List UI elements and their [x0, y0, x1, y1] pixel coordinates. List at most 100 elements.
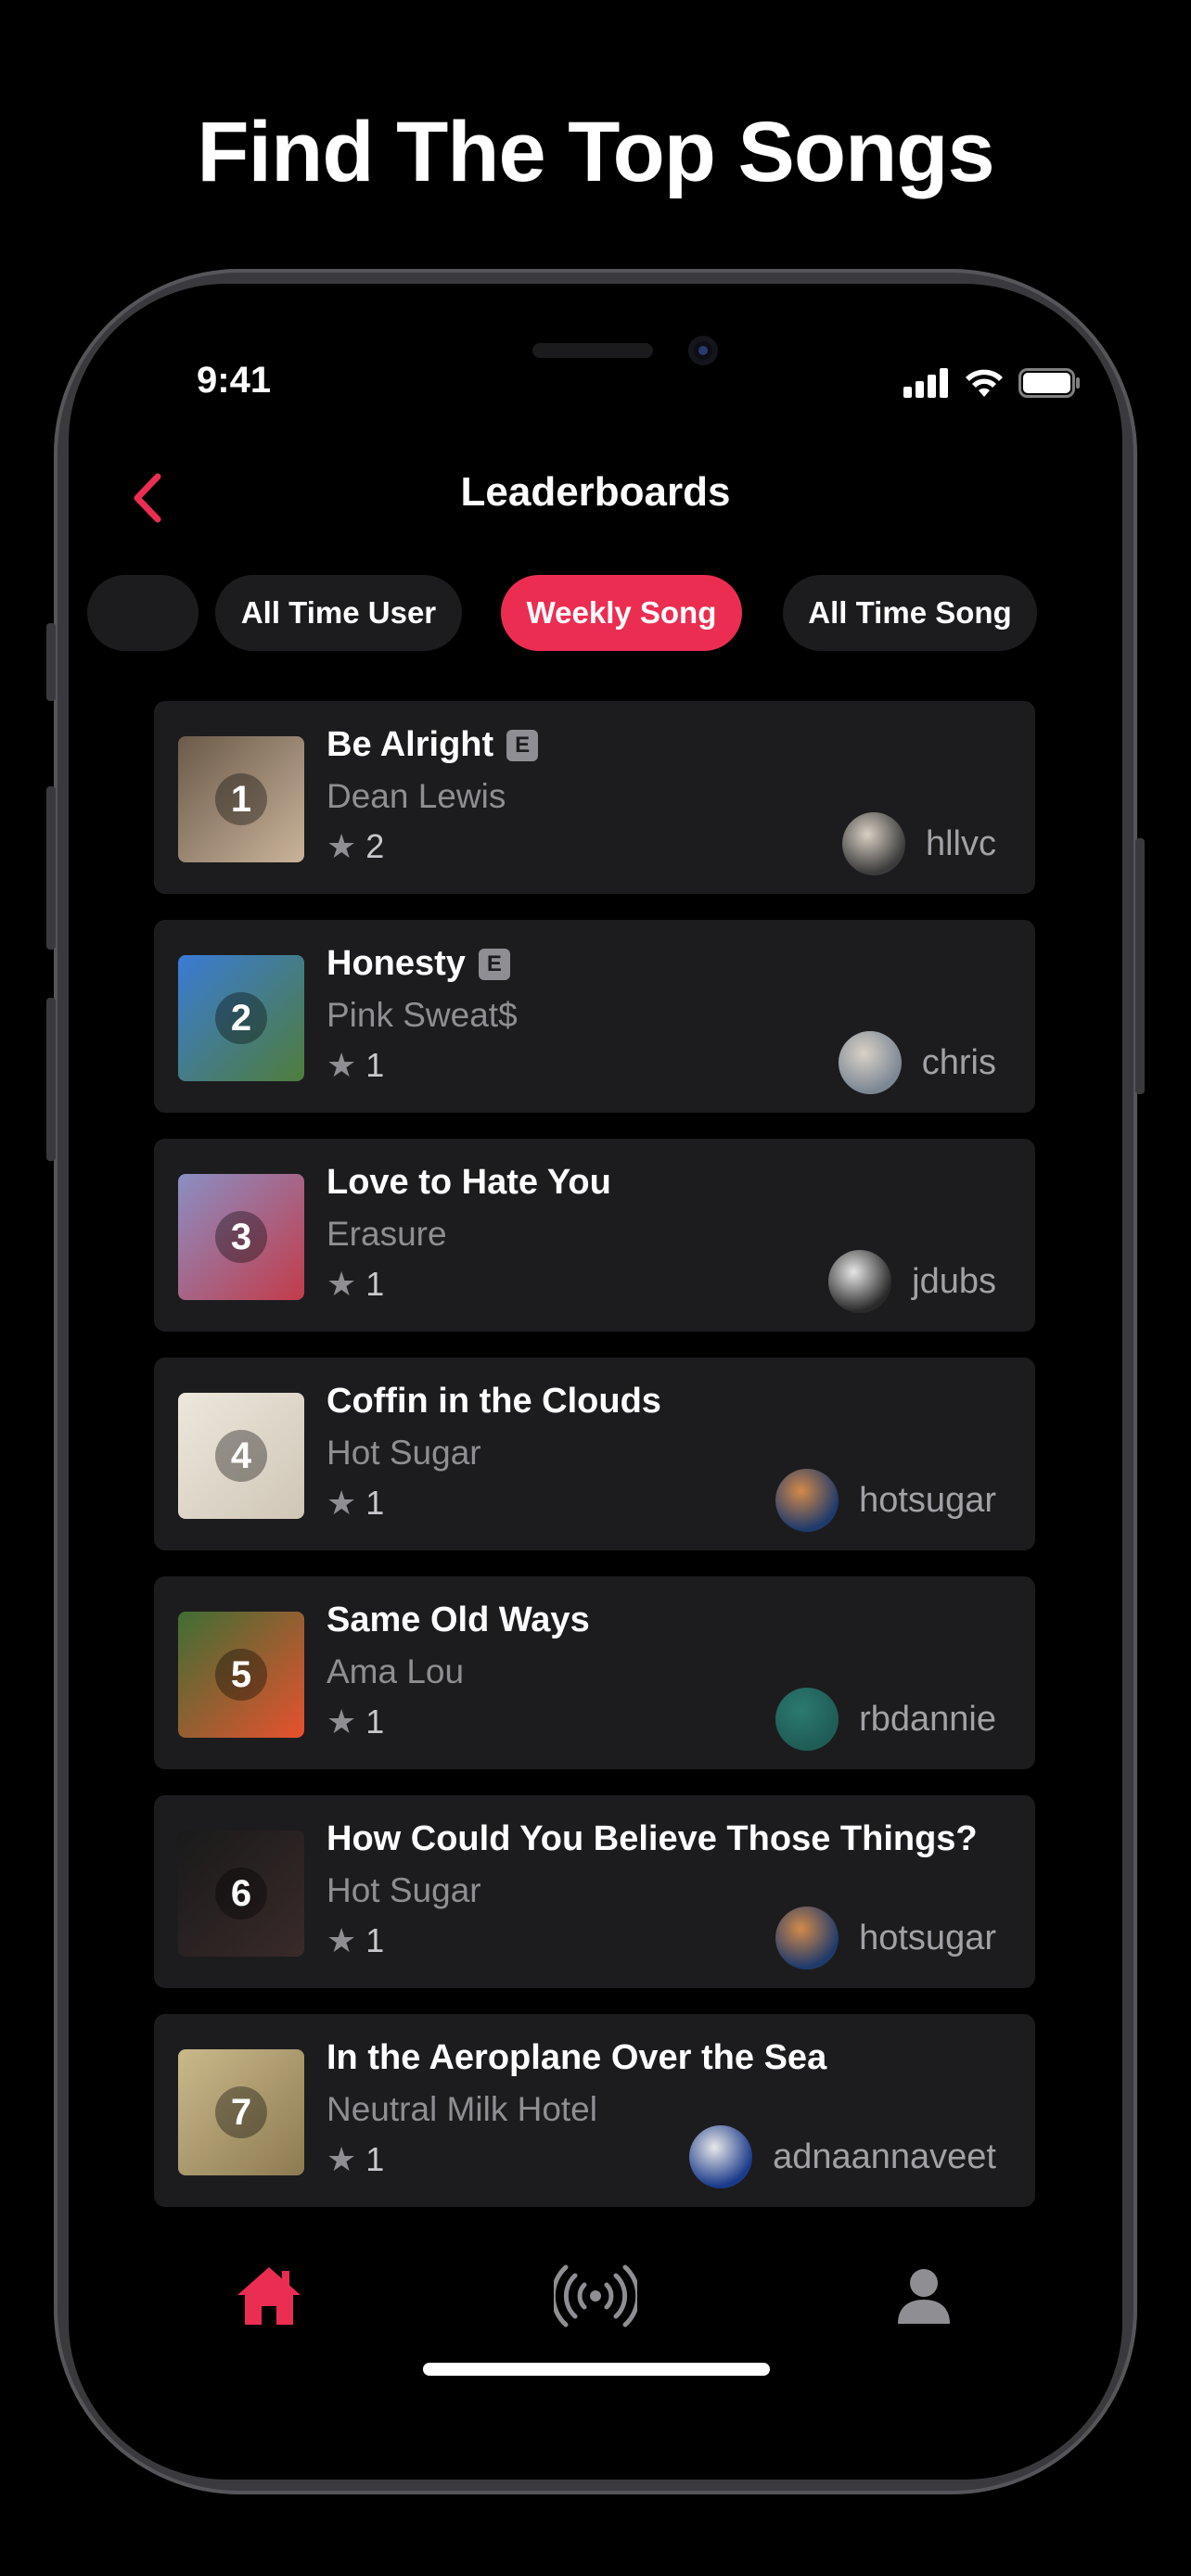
rank-badge: 7 [215, 2086, 267, 2138]
star-count-value: 2 [365, 827, 385, 865]
status-icons [903, 367, 1082, 399]
username: rbdannie [859, 1699, 996, 1739]
song-artist: Neutral Milk Hotel [327, 2090, 597, 2128]
rank-badge: 5 [215, 1649, 267, 1701]
star-icon: ★ [327, 1921, 357, 1959]
song-card[interactable]: 3 Love to Hate You Erasure ★ 1 jdubs [154, 1139, 1035, 1332]
song-card[interactable]: 7 In the Aeroplane Over the Sea Neutral … [154, 2014, 1035, 2207]
star-count: ★ 1 [327, 1484, 384, 1523]
star-count: ★ 1 [327, 1265, 384, 1304]
silent-switch [46, 623, 56, 701]
song-artist: Pink Sweat$ [327, 996, 518, 1034]
home-icon [237, 2267, 301, 2325]
rank-badge: 4 [215, 1430, 267, 1482]
page-title: Leaderboards [460, 469, 731, 515]
rank-badge: 6 [215, 1868, 267, 1919]
cellular-signal-icon [903, 368, 948, 398]
volume-up-button [46, 786, 56, 950]
broadcast-icon [554, 2264, 637, 2327]
song-card[interactable]: 4 Coffin in the Clouds Hot Sugar ★ 1 hot… [154, 1358, 1035, 1550]
star-count-value: 1 [365, 1265, 385, 1303]
avatar [775, 1688, 839, 1751]
song-title-row: In the Aeroplane Over the Sea [327, 2038, 826, 2078]
tab-home[interactable] [213, 2240, 325, 2352]
star-icon: ★ [327, 827, 357, 865]
song-title: How Could You Believe Those Things? [327, 1819, 978, 1858]
star-icon: ★ [327, 1046, 357, 1084]
song-title: Honesty [327, 944, 466, 983]
tab-bar [69, 2240, 1122, 2352]
song-title: In the Aeroplane Over the Sea [327, 2038, 827, 2077]
song-card[interactable]: 1 Be Alright E Dean Lewis ★ 2 hllvc [154, 701, 1035, 894]
submitter[interactable]: rbdannie [775, 1688, 996, 1751]
volume-down-button [46, 998, 56, 1161]
tab-all-time-song[interactable]: All Time Song [783, 575, 1037, 651]
album-art: 4 [178, 1393, 304, 1519]
tab-weekly-song[interactable]: Weekly Song [501, 575, 742, 651]
submitter[interactable]: hllvc [841, 812, 996, 875]
avatar [775, 1906, 839, 1970]
avatar [841, 812, 905, 875]
song-title: Same Old Ways [327, 1600, 590, 1639]
power-button [1135, 838, 1145, 1094]
username: jdubs [912, 1261, 996, 1301]
person-icon [898, 2269, 950, 2324]
song-artist: Hot Sugar [327, 1434, 481, 1472]
song-card[interactable]: 2 Honesty E Pink Sweat$ ★ 1 chris [154, 920, 1035, 1113]
username: hotsugar [859, 1480, 996, 1520]
username: chris [921, 1042, 996, 1082]
status-time: 9:41 [197, 360, 272, 401]
song-artist: Dean Lewis [327, 777, 506, 815]
avatar [828, 1250, 892, 1313]
song-artist: Hot Sugar [327, 1871, 481, 1909]
song-card[interactable]: 6 How Could You Believe Those Things? Ho… [154, 1795, 1035, 1988]
star-count-value: 1 [365, 1484, 385, 1522]
album-art: 5 [178, 1612, 304, 1738]
song-title: Coffin in the Clouds [327, 1382, 661, 1421]
explicit-badge: E [478, 948, 510, 980]
album-art: 6 [178, 1830, 304, 1957]
song-title-row: Love to Hate You [327, 1163, 611, 1203]
explicit-badge: E [506, 729, 539, 761]
song-title: Be Alright [327, 725, 494, 764]
submitter[interactable]: chris [838, 1031, 996, 1094]
song-title-row: Same Old Ways [327, 1600, 590, 1640]
submitter[interactable]: hotsugar [775, 1469, 996, 1532]
submitter[interactable]: adnaannaveet [689, 2125, 996, 2188]
song-artist: Erasure [327, 1215, 447, 1253]
album-art: 1 [178, 736, 304, 862]
wifi-icon [966, 369, 1003, 397]
rank-badge: 2 [215, 992, 267, 1044]
avatar [775, 1469, 839, 1532]
tab-partial-offscreen[interactable] [87, 575, 198, 651]
battery-icon [1018, 368, 1080, 398]
song-title-row: Honesty E [327, 944, 510, 984]
rank-badge: 1 [215, 773, 267, 825]
star-count-value: 1 [365, 1702, 385, 1741]
avatar [689, 2125, 753, 2188]
username: hllvc [925, 823, 996, 863]
song-title-row: Coffin in the Clouds [327, 1382, 661, 1422]
star-count-value: 1 [365, 1046, 385, 1084]
song-title-row: Be Alright E [327, 725, 539, 765]
song-title-row: How Could You Believe Those Things? [327, 1819, 978, 1859]
username: hotsugar [859, 1918, 996, 1958]
song-card[interactable]: 5 Same Old Ways Ama Lou ★ 1 rbdannie [154, 1576, 1035, 1769]
tab-all-time-user[interactable]: All Time User [215, 575, 462, 651]
star-count-value: 1 [365, 1921, 385, 1959]
username: adnaannaveet [773, 2136, 996, 2176]
star-count: ★ 1 [327, 1921, 384, 1960]
avatar [838, 1031, 902, 1094]
rank-badge: 3 [215, 1211, 267, 1263]
front-camera [688, 336, 718, 365]
tab-broadcast[interactable] [540, 2240, 651, 2352]
submitter[interactable]: hotsugar [775, 1906, 996, 1970]
leaderboard-tabs: All Time User Weekly Song All Time Song [69, 575, 1122, 651]
album-art: 2 [178, 955, 304, 1081]
star-icon: ★ [327, 2140, 357, 2178]
star-count-value: 1 [365, 2140, 385, 2178]
tab-profile[interactable] [868, 2240, 980, 2352]
star-icon: ★ [327, 1265, 357, 1303]
submitter[interactable]: jdubs [828, 1250, 996, 1313]
song-title: Love to Hate You [327, 1163, 611, 1202]
